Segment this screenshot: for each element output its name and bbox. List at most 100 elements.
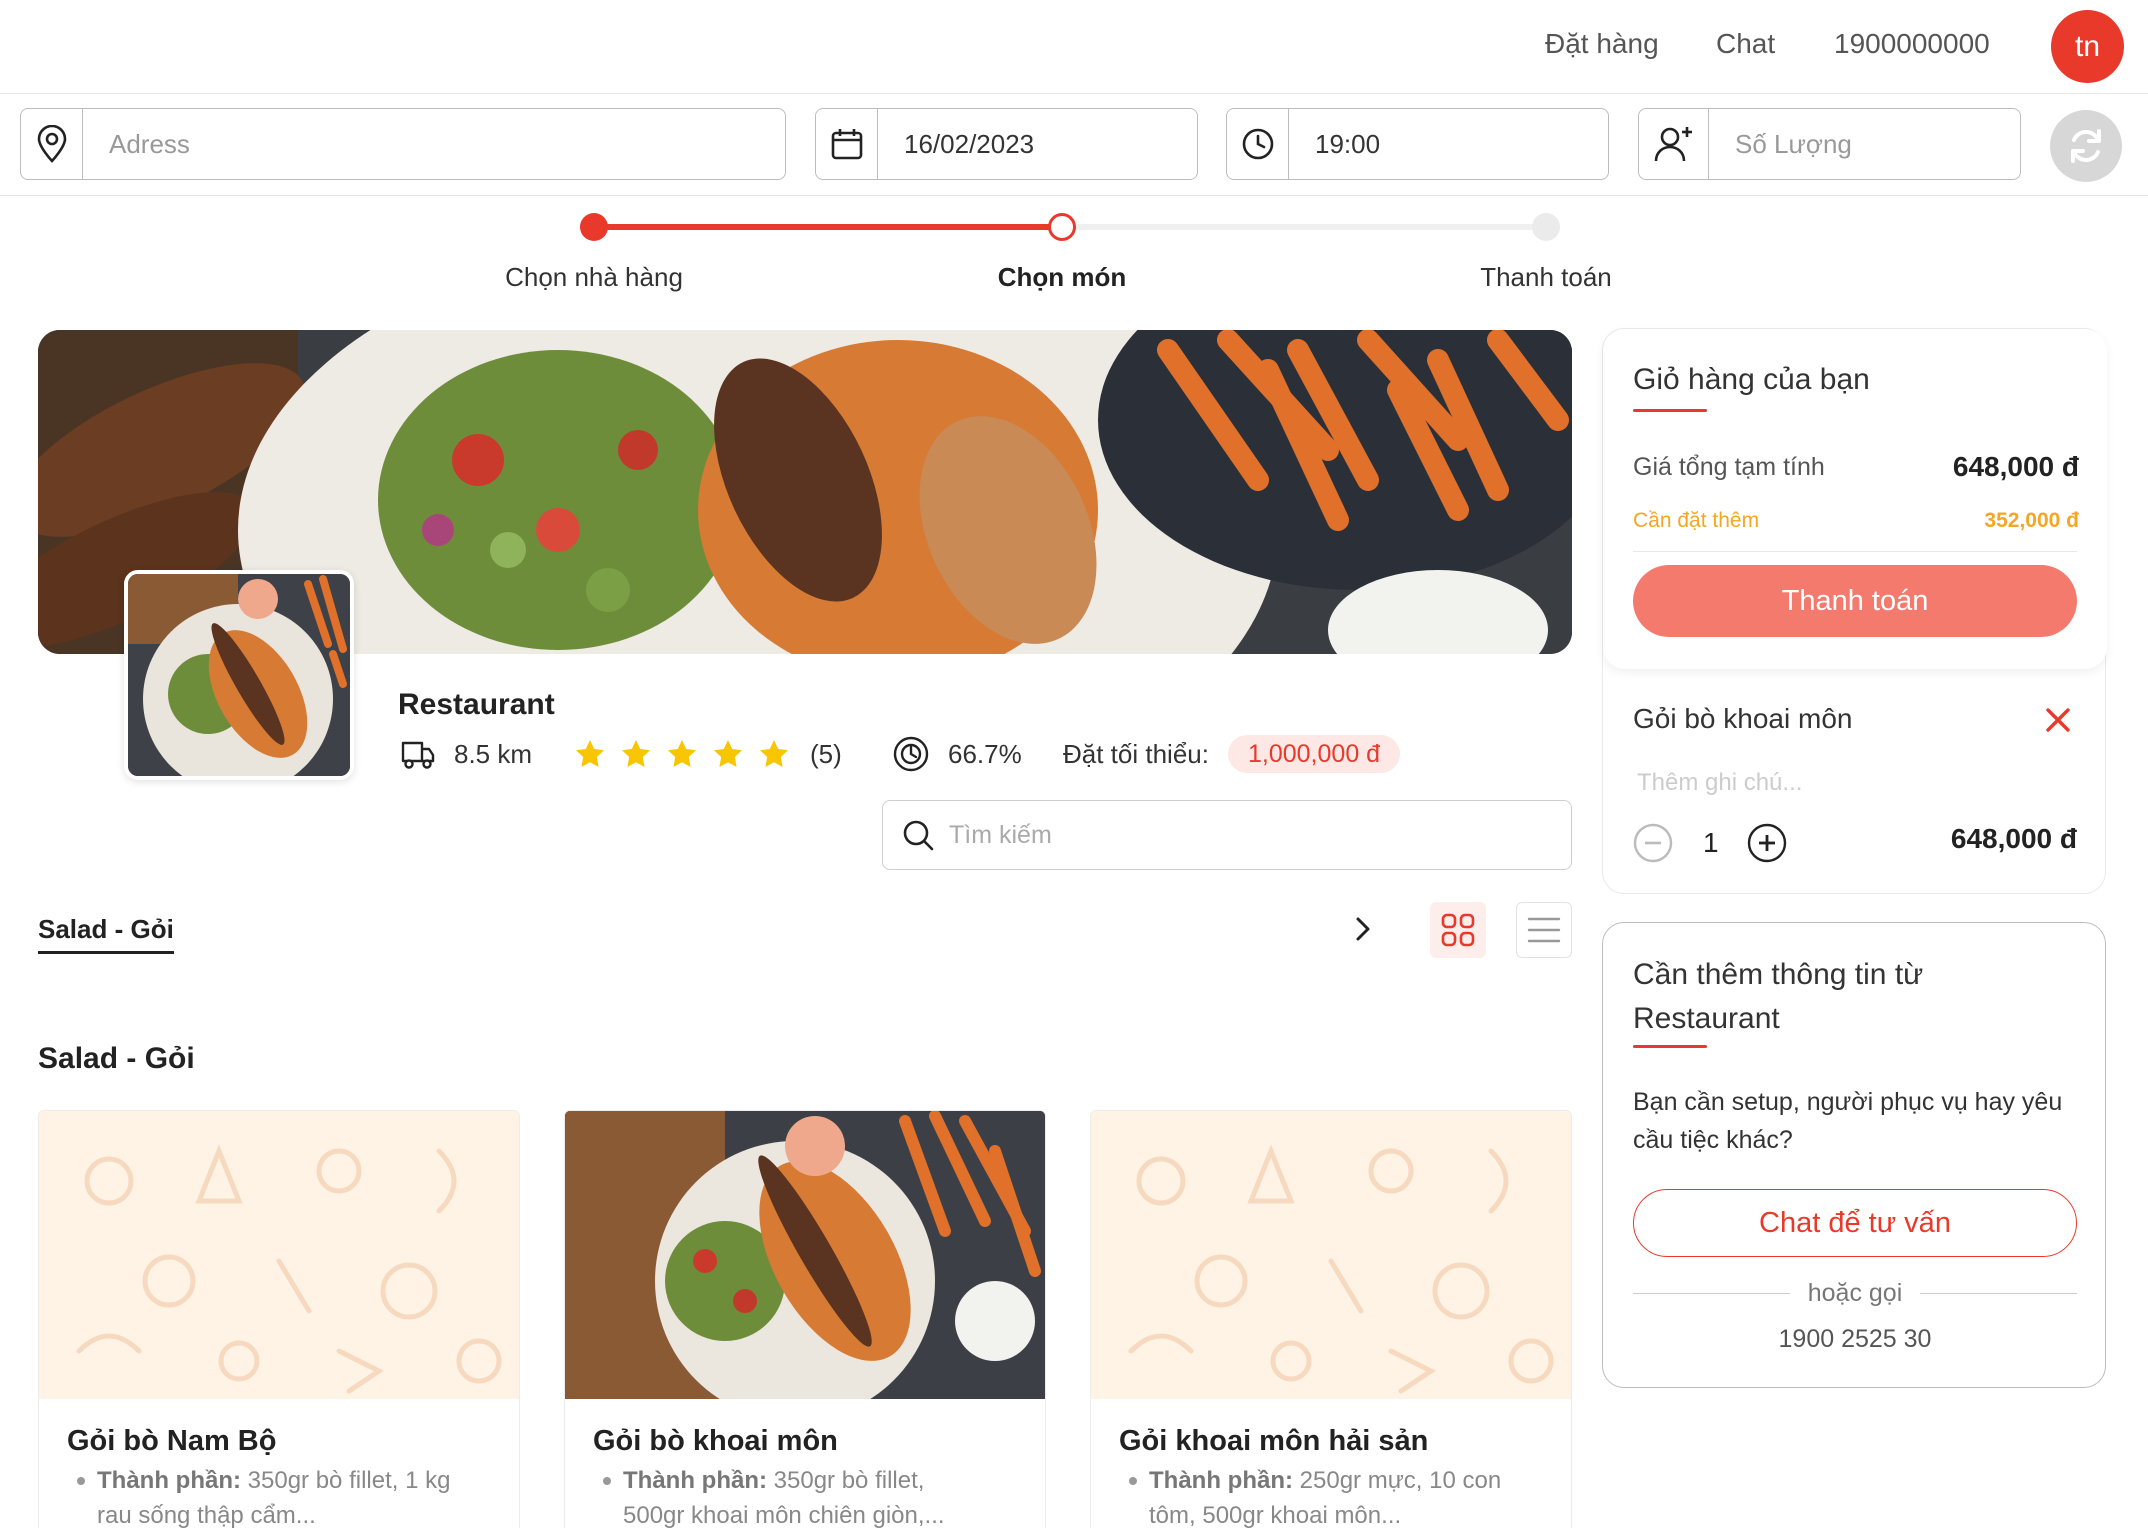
dish-ingredients: Thành phần: 350gr bò fillet, 500gr khoai…: [623, 1463, 983, 1528]
subtotal-label: Giá tổng tạm tính: [1633, 453, 1825, 481]
step-dot-done: [580, 213, 608, 241]
ingredients-label: Thành phần:: [1149, 1467, 1293, 1494]
consult-phone[interactable]: 1900 2525 30: [1603, 1325, 2107, 1354]
star-icon: [668, 740, 696, 767]
step-label-restaurant[interactable]: Chọn nhà hàng: [444, 262, 744, 293]
address-field[interactable]: Adress: [20, 108, 786, 180]
nav-hotline[interactable]: 1900000000: [1834, 28, 1990, 60]
grid-icon: [1441, 913, 1475, 947]
quantity-input[interactable]: Số Lượng: [1709, 109, 1852, 179]
plus-circle-icon: [1747, 823, 1787, 863]
grid-view-button[interactable]: [1430, 902, 1486, 958]
location-pin-icon: [21, 109, 83, 179]
time-field[interactable]: 19:00: [1226, 108, 1609, 180]
percent-info: 66.7%: [892, 736, 1022, 772]
chat-consult-button[interactable]: Chat để tư vấn: [1633, 1189, 2077, 1257]
list-icon: [1527, 917, 1561, 943]
item-price: 648,000 đ: [1950, 823, 2077, 854]
close-icon: [2046, 708, 2070, 732]
need-more-label: Cần đặt thêm: [1633, 509, 1760, 532]
badge-check-icon: [893, 736, 929, 772]
add-guest-icon: [1639, 109, 1709, 179]
item-quantity: 1: [1703, 827, 1719, 858]
distance-info: 8.5 km: [400, 736, 532, 772]
bullet: [77, 1477, 85, 1485]
subtotal-value: 648,000 đ: [1952, 451, 2079, 482]
filter-bar: Adress 16/02/2023 19:00 Số Lượng: [0, 94, 2148, 196]
dish-ingredients: Thành phần: 350gr bò fillet, 1 kg rau số…: [97, 1463, 457, 1528]
cart-item-name: Gỏi bò khoai môn: [1633, 703, 1853, 734]
menu-search[interactable]: Tìm kiếm: [882, 800, 1572, 870]
restaurant-name: Restaurant: [398, 688, 555, 721]
rating-count: (5): [810, 738, 842, 769]
calendar-icon: [816, 109, 878, 179]
dish-photo: [565, 1111, 1045, 1399]
rating: (5): [574, 736, 842, 772]
star-icon: [622, 740, 650, 767]
step-label-payment[interactable]: Thanh toán: [1396, 262, 1696, 293]
clock-icon: [1227, 109, 1289, 179]
star-icon: [760, 740, 788, 767]
step-label-menu[interactable]: Chọn món: [912, 262, 1212, 293]
or-divider: hoặc gọi: [1633, 1273, 2077, 1313]
search-icon: [903, 820, 934, 851]
min-order-badge: 1,000,000 đ: [1228, 735, 1401, 773]
increase-qty-button[interactable]: [1747, 823, 1787, 868]
bullet: [603, 1477, 611, 1485]
need-more-value: 352,000 đ: [1984, 509, 2079, 532]
ingredients-label: Thành phần:: [623, 1467, 767, 1494]
heading-underline: [1633, 1045, 1707, 1048]
address-input[interactable]: Adress: [83, 109, 190, 179]
or-text: hoặc gọi: [1807, 1278, 1903, 1307]
dish-name: Gỏi bò khoai môn: [593, 1425, 838, 1457]
top-navbar: Đặt hàng Chat 1900000000 tn: [0, 0, 2148, 94]
stepper-progress-done: [594, 224, 1062, 230]
avatar[interactable]: tn: [2051, 10, 2124, 83]
refresh-icon: [2071, 129, 2101, 163]
ingredients-label: Thành phần:: [97, 1467, 241, 1494]
date-field[interactable]: 16/02/2023: [815, 108, 1198, 180]
remove-item-button[interactable]: [2043, 705, 2073, 740]
bullet: [1129, 1477, 1137, 1485]
dish-name: Gỏi bò Nam Bộ: [67, 1425, 277, 1457]
decrease-qty-button[interactable]: [1633, 823, 1673, 868]
dish-ingredients: Thành phần: 250gr mực, 10 con tôm, 500gr…: [1149, 1463, 1509, 1528]
percent-value: 66.7%: [948, 738, 1022, 769]
step-dot-current: [1048, 213, 1076, 241]
restaurant-logo-image: [124, 570, 354, 780]
dish-placeholder-image: [39, 1111, 519, 1399]
dish-card[interactable]: Gỏi bò khoai môn Thành phần: 350gr bò fi…: [564, 1110, 1046, 1528]
date-input[interactable]: 16/02/2023: [878, 109, 1034, 179]
quantity-field[interactable]: Số Lượng: [1638, 108, 2021, 180]
divider: [1633, 551, 2077, 552]
minus-circle-icon: [1633, 823, 1673, 863]
dish-name: Gỏi khoai môn hải sản: [1119, 1425, 1429, 1457]
title-underline: [1633, 409, 1707, 412]
item-note-input[interactable]: Thêm ghi chú...: [1637, 769, 1802, 797]
time-input[interactable]: 19:00: [1289, 109, 1380, 179]
cart-panel: Giỏ hàng của bạn Giá tổng tạm tính 648,0…: [1602, 328, 2107, 894]
refresh-button[interactable]: [2050, 110, 2122, 182]
nav-order-link[interactable]: Đặt hàng: [1545, 28, 1659, 60]
list-view-button[interactable]: [1516, 902, 1572, 958]
cart-summary: Giỏ hàng của bạn Giá tổng tạm tính 648,0…: [1603, 329, 2107, 669]
stepper-progress-remaining: [1062, 224, 1546, 230]
step-dot-pending: [1532, 213, 1560, 241]
checkout-button[interactable]: Thanh toán: [1633, 565, 2077, 637]
min-order-label: Đặt tối thiểu:: [1063, 738, 1209, 769]
tab-salad-goi[interactable]: Salad - Gỏi: [38, 914, 174, 954]
cart-title: Giỏ hàng của bạn: [1633, 363, 1870, 396]
category-next-button[interactable]: [1348, 914, 1378, 949]
dish-card[interactable]: Gỏi bò Nam Bộ Thành phần: 350gr bò fille…: [38, 1110, 520, 1528]
star-icon: [714, 740, 742, 767]
consult-panel: Cần thêm thông tin từ Restaurant Bạn cần…: [1602, 922, 2106, 1388]
delivery-truck-icon: [401, 741, 435, 769]
nav-chat-link[interactable]: Chat: [1716, 28, 1775, 60]
dish-placeholder-image: [1091, 1111, 1571, 1399]
chevron-right-icon: [1356, 917, 1370, 941]
section-title: Salad - Gỏi: [38, 1042, 195, 1075]
dish-card[interactable]: Gỏi khoai môn hải sản Thành phần: 250gr …: [1090, 1110, 1572, 1528]
search-input[interactable]: Tìm kiếm: [949, 821, 1052, 850]
distance-value: 8.5 km: [454, 738, 533, 769]
star-icon: [576, 740, 604, 767]
